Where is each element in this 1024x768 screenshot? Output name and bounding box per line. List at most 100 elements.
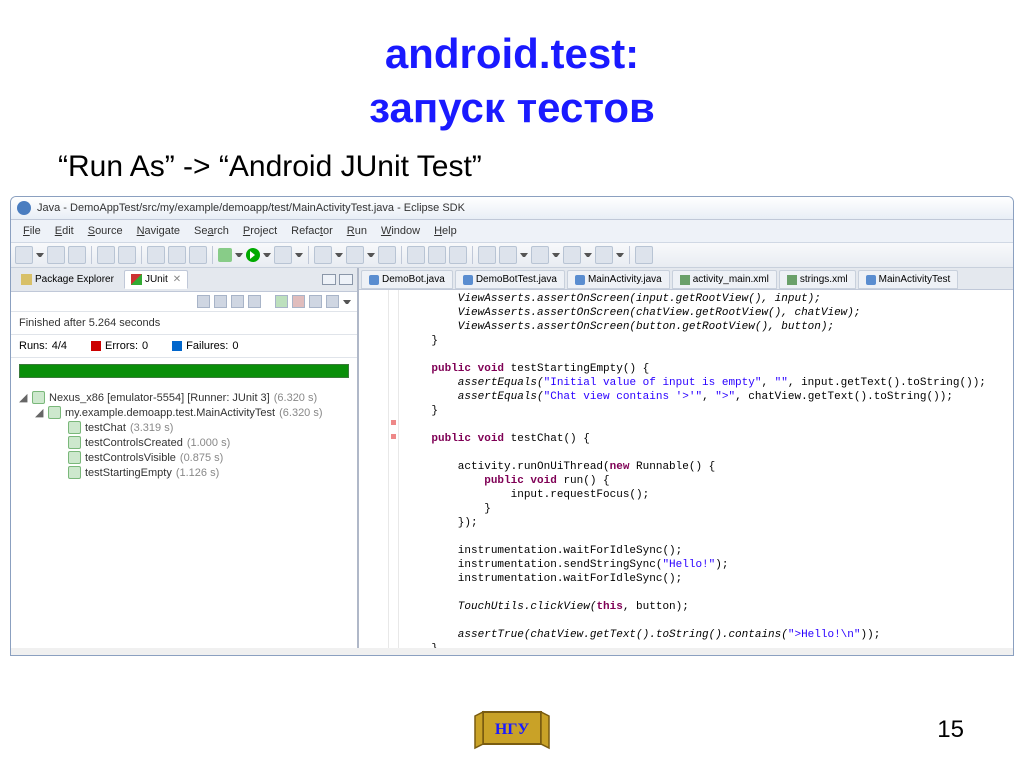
junit-status: Finished after 5.264 seconds [11, 312, 357, 335]
ext-dropdown-icon[interactable] [295, 251, 303, 259]
window-titlebar[interactable]: Java - DemoAppTest/src/my/example/demoap… [11, 197, 1013, 220]
back-button[interactable] [563, 246, 581, 264]
history-button[interactable] [326, 295, 339, 308]
new-dropdown-icon[interactable] [36, 251, 44, 259]
failures-label: Failures: [186, 340, 228, 352]
new-button[interactable] [15, 246, 33, 264]
open-type-button[interactable] [378, 246, 396, 264]
avd-button[interactable] [168, 246, 186, 264]
save-all-button[interactable] [68, 246, 86, 264]
tree-node-test[interactable]: testControlsVisible (0.875 s) [15, 450, 353, 465]
rerun-failed-button[interactable] [292, 295, 305, 308]
tree-duration: (0.875 s) [180, 452, 223, 464]
menu-help[interactable]: Help [428, 223, 463, 239]
back-dropdown-icon[interactable] [584, 251, 592, 259]
tree-duration: (6.320 s) [274, 392, 317, 404]
failures-value: 0 [232, 340, 238, 352]
test-pass-icon [68, 436, 81, 449]
next-failure-button[interactable] [197, 295, 210, 308]
run-dropdown-icon[interactable] [263, 251, 271, 259]
tab-label: strings.xml [800, 274, 848, 285]
java-file-icon [866, 275, 876, 285]
show-failures-button[interactable] [231, 295, 244, 308]
dropdown-c-icon[interactable] [520, 251, 528, 259]
stop-button[interactable] [309, 295, 322, 308]
fwd-dropdown-icon[interactable] [616, 251, 624, 259]
maximize-panel-button[interactable] [339, 274, 353, 285]
tool-button-1[interactable] [97, 246, 115, 264]
minimize-panel-button[interactable] [322, 274, 336, 285]
tab-junit-label: JUnit [145, 274, 168, 285]
runs-value: 4/4 [52, 340, 67, 352]
test-pass-icon [68, 421, 81, 434]
prev-failure-button[interactable] [214, 295, 227, 308]
junit-panel: Package Explorer JUnit ✕ [11, 268, 359, 648]
debug-button[interactable] [218, 248, 232, 262]
tree-duration: (1.126 s) [176, 467, 219, 479]
menu-edit[interactable]: Edit [49, 223, 80, 239]
new-class-button[interactable] [314, 246, 332, 264]
package-icon [48, 406, 61, 419]
failures-icon [172, 341, 182, 351]
search-button[interactable] [407, 246, 425, 264]
code-editor[interactable]: ViewAsserts.assertOnScreen(input.getRoot… [359, 290, 1013, 648]
tree-node-package[interactable]: ◢my.example.demoapp.test.MainActivityTes… [15, 405, 353, 420]
xml-file-icon [787, 275, 797, 285]
menu-search[interactable]: Search [188, 223, 235, 239]
tree-duration: (1.000 s) [187, 437, 230, 449]
rerun-button[interactable] [275, 295, 288, 308]
tree-node-runner[interactable]: ◢Nexus_x86 [emulator-5554] [Runner: JUni… [15, 390, 353, 405]
tree-node-test[interactable]: testChat (3.319 s) [15, 420, 353, 435]
ext-tools-button[interactable] [274, 246, 292, 264]
editor-tab-strings[interactable]: strings.xml [779, 270, 856, 289]
close-tab-icon[interactable]: ✕ [173, 274, 181, 285]
menu-refactor[interactable]: Refactor [285, 223, 339, 239]
university-logo: НГУ [469, 702, 555, 754]
dropdown-d-icon[interactable] [552, 251, 560, 259]
java-file-icon [369, 275, 379, 285]
tab-label: activity_main.xml [693, 274, 769, 285]
tab-package-explorer[interactable]: Package Explorer [15, 271, 120, 288]
menu-file[interactable]: File [17, 223, 47, 239]
menu-bar: File Edit Source Navigate Search Project… [11, 220, 1013, 243]
runs-label: Runs: [19, 340, 48, 352]
test-pass-icon [68, 466, 81, 479]
tree-node-test[interactable]: testControlsCreated (1.000 s) [15, 435, 353, 450]
view-menu-dropdown-icon[interactable] [343, 298, 351, 306]
run-button[interactable] [246, 248, 260, 262]
new-pkg-button[interactable] [346, 246, 364, 264]
scroll-lock-button[interactable] [248, 295, 261, 308]
tree-label: testChat [85, 422, 126, 434]
svg-text:НГУ: НГУ [495, 721, 530, 738]
menu-navigate[interactable]: Navigate [131, 223, 186, 239]
pin-button[interactable] [478, 246, 496, 264]
tool-button-2[interactable] [118, 246, 136, 264]
editor-tab-mainactivity[interactable]: MainActivity.java [567, 270, 670, 289]
tree-node-test[interactable]: testStartingEmpty (1.126 s) [15, 465, 353, 480]
menu-project[interactable]: Project [237, 223, 283, 239]
new-class-dropdown-icon[interactable] [335, 251, 343, 259]
tool-button-d[interactable] [531, 246, 549, 264]
editor-tab-demobot[interactable]: DemoBot.java [361, 270, 453, 289]
tool-button-a[interactable] [428, 246, 446, 264]
tool-button-c[interactable] [499, 246, 517, 264]
tree-label: Nexus_x86 [emulator-5554] [Runner: JUnit… [49, 392, 270, 404]
menu-run[interactable]: Run [341, 223, 373, 239]
fwd-button[interactable] [595, 246, 613, 264]
editor-tab-demobottest[interactable]: DemoBotTest.java [455, 270, 565, 289]
editor-tab-activitymain[interactable]: activity_main.xml [672, 270, 777, 289]
save-button[interactable] [47, 246, 65, 264]
tab-junit[interactable]: JUnit ✕ [124, 270, 188, 289]
tool-button-e[interactable] [635, 246, 653, 264]
sdk-button[interactable] [147, 246, 165, 264]
new-pkg-dropdown-icon[interactable] [367, 251, 375, 259]
lint-button[interactable] [189, 246, 207, 264]
tree-duration: (3.319 s) [130, 422, 173, 434]
menu-source[interactable]: Source [82, 223, 129, 239]
editor-tab-mainactivitytest[interactable]: MainActivityTest [858, 270, 959, 289]
code-content[interactable]: ViewAsserts.assertOnScreen(input.getRoot… [399, 290, 1013, 648]
tool-button-b[interactable] [449, 246, 467, 264]
debug-dropdown-icon[interactable] [235, 251, 243, 259]
test-pass-icon [68, 451, 81, 464]
menu-window[interactable]: Window [375, 223, 426, 239]
